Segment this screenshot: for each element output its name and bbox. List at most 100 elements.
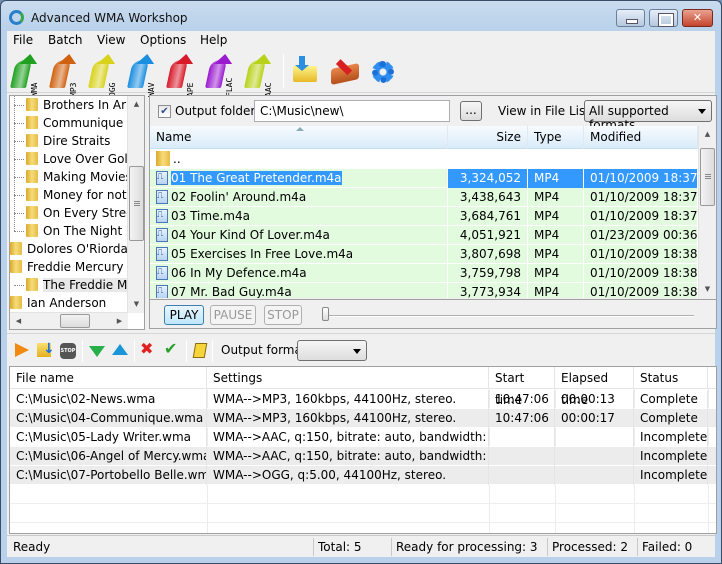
file-row[interactable]: 02 Foolin' Around.m4a3,438,643MP401/10/2…: [150, 188, 698, 207]
scroll-up-arrow-icon[interactable]: ▲: [128, 96, 144, 113]
output-folder-bar: ✔ Output folder: C:\Music\new\ ... View …: [150, 96, 716, 132]
tree-item[interactable]: Dolores O'Riordan: [10, 240, 135, 258]
menu-options[interactable]: Options: [140, 33, 186, 47]
edit-tags-button[interactable]: [329, 56, 361, 86]
format-arrow-icon: [127, 60, 149, 88]
batch-queue-table[interactable]: File name Settings Start time Elapsed ti…: [9, 366, 717, 534]
stop-button[interactable]: STOP: [264, 305, 302, 325]
scrollbar-thumb[interactable]: [129, 166, 144, 241]
scroll-down-arrow-icon[interactable]: ▼: [128, 296, 144, 313]
scroll-up-arrow-icon[interactable]: ▲: [699, 126, 716, 143]
scrollbar-thumb[interactable]: [700, 148, 715, 206]
stop-icon[interactable]: STOP: [60, 343, 76, 359]
scroll-right-arrow-icon[interactable]: ▶: [111, 313, 128, 329]
audio-file-icon: [156, 207, 168, 225]
title-bar[interactable]: Advanced WMA Workshop ✕: [1, 1, 721, 31]
column-header-name[interactable]: Name: [150, 126, 448, 149]
pause-button[interactable]: PAUSE: [210, 305, 256, 325]
move-down-icon[interactable]: [89, 346, 105, 357]
column-header-file-name[interactable]: File name: [10, 367, 207, 389]
queue-row[interactable]: C:\Music\06-Angel of Mercy.wma WMA-->AAC,…: [10, 447, 716, 466]
file-size-cell: 3,324,052: [448, 169, 528, 188]
status-total: Total: 5: [313, 538, 366, 556]
maximize-button[interactable]: [649, 9, 678, 27]
menu-help[interactable]: Help: [200, 33, 227, 47]
queue-row[interactable]: C:\Music\07-Portobello Belle.wma WMA-->OG…: [10, 466, 716, 485]
tree-item[interactable]: Communique: [26, 114, 123, 132]
add-to-queue-icon[interactable]: [37, 341, 55, 357]
file-list[interactable]: Name Size Type Modified .. 01 The Great …: [150, 126, 716, 298]
file-name-cell: 07 Mr. Bad Guy.m4a: [150, 283, 448, 298]
menu-view[interactable]: View: [97, 33, 125, 47]
folder-tree[interactable]: Ian AndersonThe Freddie Mercury AlbumFre…: [9, 95, 145, 330]
tree-item[interactable]: On The Night: [26, 222, 122, 240]
file-modified-cell: 01/23/2009 00:36: [584, 226, 698, 245]
tree-connector: [14, 213, 24, 214]
queue-status-cell: Incomplete: [634, 466, 708, 485]
scroll-down-arrow-icon[interactable]: ▼: [699, 281, 716, 298]
browse-button[interactable]: ...: [460, 101, 482, 121]
convert-to-aac-button[interactable]: AAC: [244, 54, 281, 97]
file-row[interactable]: 04 Your Kind Of Lover.m4a4,051,921MP401/…: [150, 226, 698, 245]
tree-vertical-scrollbar[interactable]: ▲ ▼: [127, 96, 144, 313]
tree-item[interactable]: On Every Street: [26, 204, 138, 222]
column-header-modified[interactable]: Modified: [584, 126, 698, 149]
parent-folder-row[interactable]: ..: [150, 150, 698, 169]
column-header-start-time[interactable]: Start time: [489, 367, 555, 407]
audio-file-icon: [156, 283, 168, 298]
tree-item[interactable]: Making Movies: [26, 168, 132, 186]
start-batch-play-icon[interactable]: [15, 343, 29, 357]
convert-to-mp3-button[interactable]: MP3: [49, 54, 86, 97]
scrollbar-thumb[interactable]: [60, 314, 90, 328]
move-up-icon[interactable]: [112, 344, 128, 355]
menu-batch[interactable]: Batch: [48, 33, 83, 47]
tree-item[interactable]: Love Over Gold: [26, 150, 135, 168]
close-button[interactable]: ✕: [682, 9, 713, 27]
convert-to-wav-button[interactable]: WAV: [127, 54, 164, 97]
tree-item[interactable]: Dire Straits: [26, 132, 110, 150]
file-list-vertical-scrollbar[interactable]: ▲ ▼: [698, 126, 716, 298]
queue-row[interactable]: C:\Music\05-Lady Writer.wma WMA-->AAC, q:…: [10, 428, 716, 447]
file-name-cell: 02 Foolin' Around.m4a: [150, 188, 448, 207]
convert-to-flac-button[interactable]: FLAC: [205, 54, 242, 97]
convert-to-wma-button[interactable]: WMA: [10, 54, 47, 97]
folder-icon: [26, 134, 38, 147]
column-header-size[interactable]: Size: [448, 126, 528, 149]
seek-slider-track[interactable]: [326, 315, 694, 317]
tree-item[interactable]: Ian Anderson: [10, 294, 106, 312]
tree-horizontal-scrollbar[interactable]: ◀ ▶: [10, 312, 128, 329]
queue-row[interactable]: C:\Music\02-News.wma WMA-->MP3, 160kbps, …: [10, 390, 716, 409]
minimize-button[interactable]: [616, 9, 645, 27]
output-folder-checkbox[interactable]: ✔: [158, 105, 171, 118]
play-button[interactable]: PLAY: [164, 305, 204, 325]
output-folder-input[interactable]: C:\Music\new\: [254, 100, 450, 122]
menu-file[interactable]: File: [13, 33, 33, 47]
seek-slider-thumb[interactable]: [322, 307, 329, 321]
file-row[interactable]: 03 Time.m4a3,684,761MP401/10/2009 18:37: [150, 207, 698, 226]
convert-to-ogg-button[interactable]: OGG: [88, 54, 125, 97]
scroll-left-arrow-icon[interactable]: ◀: [10, 313, 27, 329]
file-row[interactable]: 06 In My Defence.m4a3,759,798MP401/10/20…: [150, 264, 698, 283]
tree-item[interactable]: Freddie Mercury: [10, 258, 124, 276]
remove-icon[interactable]: ✖: [140, 341, 156, 357]
queue-file-cell: C:\Music\02-News.wma: [10, 390, 207, 409]
queue-row[interactable]: C:\Music\04-Communique.wma WMA-->MP3, 160…: [10, 409, 716, 428]
column-header-settings[interactable]: Settings: [207, 367, 489, 389]
column-header-type[interactable]: Type: [528, 126, 584, 149]
app-window: Advanced WMA Workshop ✕ File Batch View …: [0, 0, 722, 564]
queue-start-cell: [489, 466, 555, 485]
view-format-select[interactable]: All supported formats: [584, 100, 712, 132]
tree-item-label: On Every Street: [43, 206, 139, 220]
check-icon[interactable]: ✔: [164, 341, 180, 357]
file-row[interactable]: 01 The Great Pretender.m4a3,324,052MP401…: [150, 169, 698, 188]
file-row[interactable]: 05 Exercises In Free Love.m4a3,807,698MP…: [150, 245, 698, 264]
settings-button[interactable]: [367, 56, 399, 86]
column-header-status[interactable]: Status: [634, 367, 708, 389]
file-row[interactable]: 07 Mr. Bad Guy.m4a3,773,934MP401/10/2009…: [150, 283, 698, 298]
add-to-batch-button[interactable]: [289, 56, 321, 86]
tree-item-label: Ian Anderson: [27, 296, 107, 310]
clipboard-edit-icon[interactable]: [192, 343, 208, 358]
output-format-select[interactable]: [297, 340, 367, 361]
column-header-elapsed-time[interactable]: Elapsed time: [555, 367, 634, 407]
convert-to-ape-button[interactable]: APE: [166, 54, 203, 97]
